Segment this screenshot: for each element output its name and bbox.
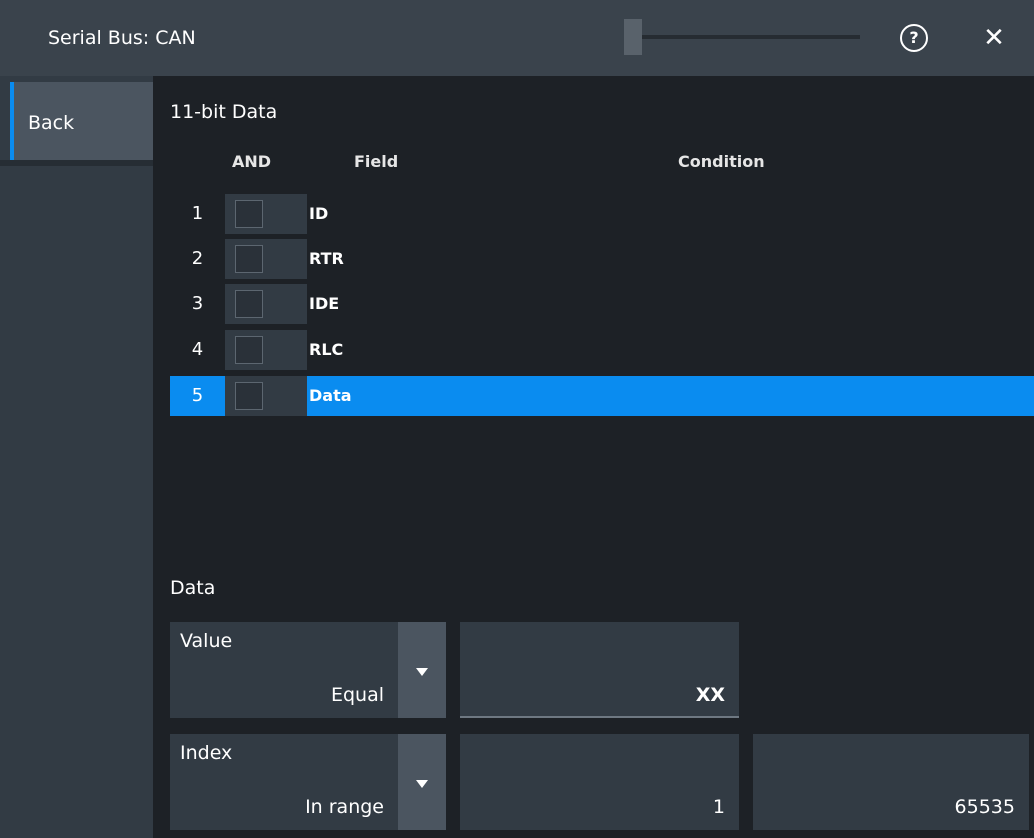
value-field[interactable]: XX [460, 622, 739, 718]
frame-title: 11-bit Data [170, 101, 278, 123]
field-row-data[interactable]: 5 Data [170, 376, 1034, 416]
index-min-text: 1 [712, 796, 725, 818]
field-underline [460, 716, 739, 718]
column-header-condition: Condition [678, 152, 765, 171]
row-number: 1 [191, 203, 204, 224]
and-cell [225, 284, 307, 324]
triangle-down-icon [416, 668, 428, 676]
index-min-field[interactable]: 1 [460, 734, 739, 830]
transparency-slider-thumb[interactable] [624, 19, 642, 55]
field-row-rtr[interactable]: 2 RTR [170, 239, 1034, 279]
field-row-rlc[interactable]: 4 RLC [170, 330, 1034, 370]
index-label: Index [180, 742, 233, 764]
field-row-ide[interactable]: 3 IDE [170, 284, 1034, 324]
and-checkbox[interactable] [235, 382, 263, 410]
and-cell [225, 239, 307, 279]
window-title: Serial Bus: CAN [48, 27, 196, 49]
value-selector[interactable]: Value Equal [170, 622, 398, 718]
row-number: 3 [191, 293, 204, 314]
triangle-down-icon [416, 780, 428, 788]
help-icon[interactable]: ? [900, 24, 928, 52]
close-icon[interactable]: ✕ [978, 20, 1010, 56]
row-field-name: ID [309, 204, 329, 223]
and-cell [225, 330, 307, 370]
back-button[interactable]: Back [10, 82, 153, 160]
data-section-title: Data [170, 577, 216, 599]
sidebar-divider [0, 160, 153, 166]
row-number: 4 [191, 339, 204, 360]
row-field-name: RLC [309, 340, 344, 359]
title-bar: Serial Bus: CAN ? ✕ [0, 0, 1034, 76]
and-cell [225, 376, 307, 416]
row-number: 2 [191, 248, 204, 269]
and-cell [225, 194, 307, 234]
index-dropdown-button[interactable] [398, 734, 446, 830]
transparency-slider-track[interactable] [628, 35, 860, 39]
index-selector[interactable]: Index In range [170, 734, 398, 830]
index-max-text: 65535 [954, 796, 1015, 818]
back-button-label: Back [28, 112, 75, 134]
value-selected: Equal [330, 684, 384, 706]
and-checkbox[interactable] [235, 336, 263, 364]
value-label: Value [180, 630, 233, 652]
value-field-text: XX [695, 684, 725, 706]
row-number: 5 [191, 385, 204, 406]
and-checkbox[interactable] [235, 245, 263, 273]
row-field-name: IDE [309, 294, 340, 313]
row-field-name: Data [309, 386, 352, 405]
and-checkbox[interactable] [235, 200, 263, 228]
index-selected: In range [305, 796, 384, 818]
main-panel [153, 76, 1034, 838]
column-header-field: Field [354, 152, 399, 171]
sidebar: Back [0, 76, 153, 838]
column-header-and: AND [232, 152, 272, 171]
row-field-name: RTR [309, 249, 344, 268]
value-dropdown-button[interactable] [398, 622, 446, 718]
index-max-field[interactable]: 65535 [753, 734, 1029, 830]
and-checkbox[interactable] [235, 290, 263, 318]
field-row-id[interactable]: 1 ID [170, 194, 1034, 234]
